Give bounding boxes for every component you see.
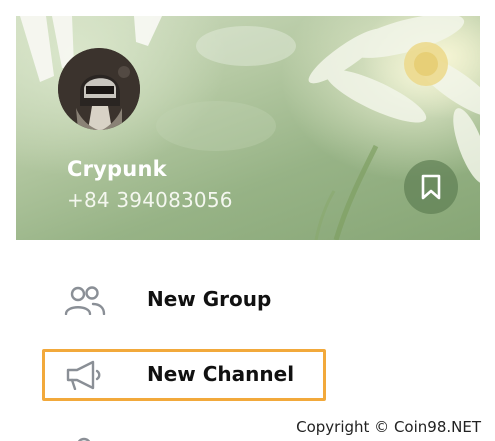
menu-item-new-group[interactable]: New Group: [42, 274, 326, 326]
menu-item-label: New Channel: [147, 362, 295, 386]
copyright-watermark: Copyright © Coin98.NET: [296, 418, 481, 436]
telegram-drawer: Crypunk +84 394083056 New Group New Chan…: [0, 0, 495, 441]
group-icon: [63, 285, 107, 315]
contacts-icon: [74, 430, 94, 441]
avatar[interactable]: [58, 48, 140, 130]
profile-name: Crypunk: [67, 157, 167, 181]
menu-item-new-channel[interactable]: New Channel: [42, 349, 326, 401]
saved-messages-button[interactable]: [404, 160, 458, 214]
megaphone-icon: [63, 360, 107, 390]
bookmark-icon: [421, 174, 441, 200]
menu-item-label: New Group: [147, 287, 272, 311]
profile-phone: +84 394083056: [67, 188, 233, 212]
helmet-avatar-icon: [58, 48, 140, 130]
profile-header: Crypunk +84 394083056: [16, 16, 480, 240]
